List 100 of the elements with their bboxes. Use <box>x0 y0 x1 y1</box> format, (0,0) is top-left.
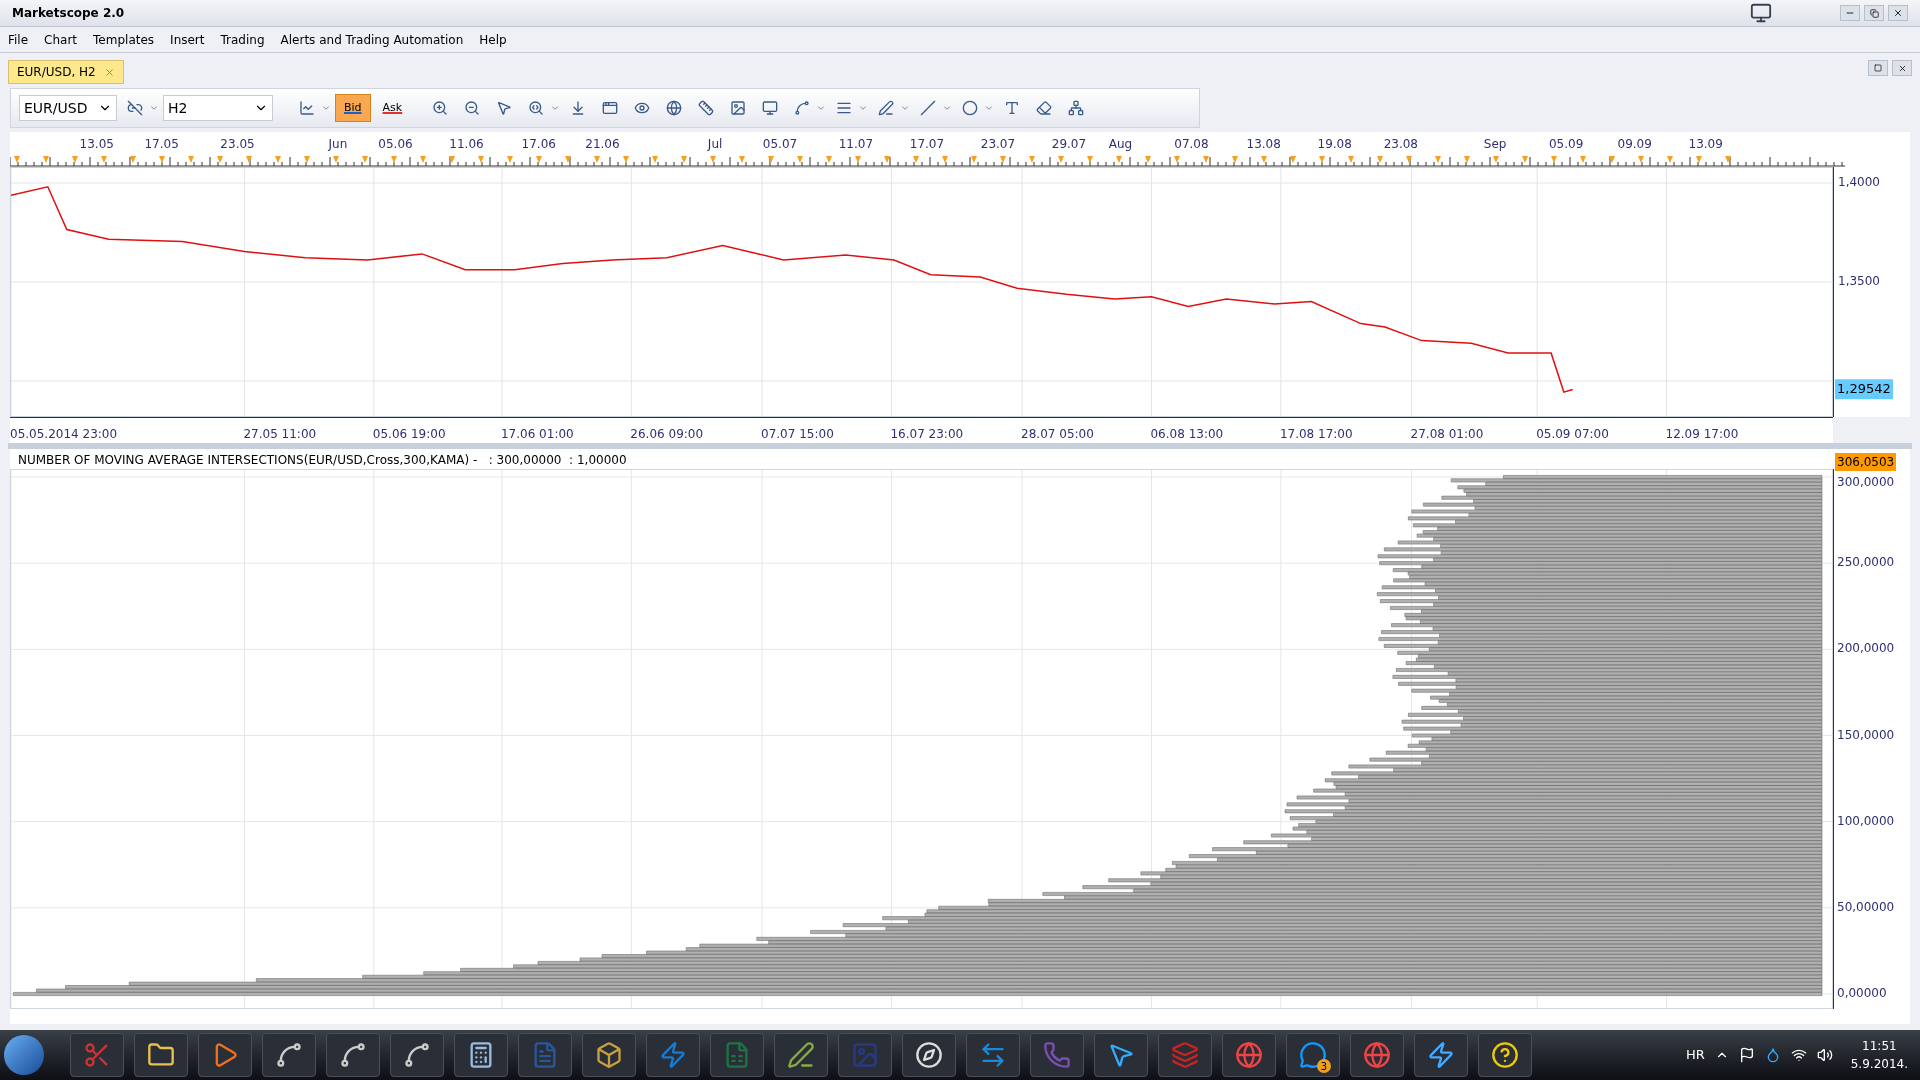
close-icon <box>1897 63 1907 73</box>
date-label: Jun <box>328 136 348 153</box>
date-label: 23.07 <box>980 136 1016 153</box>
globe-icon <box>1235 1041 1263 1069</box>
date-label: 05.07 <box>762 136 798 153</box>
indicator-axis-label: 250,0000 <box>1837 554 1895 572</box>
taskbar-app[interactable] <box>134 1033 188 1077</box>
indicator-axis-label: 0,00000 <box>1837 985 1887 1002</box>
indicator-axis-label: 150,0000 <box>1837 726 1895 744</box>
date-label: 05.06 <box>378 136 413 153</box>
phone-icon <box>1043 1041 1071 1069</box>
box-icon <box>595 1041 623 1069</box>
time-axis-label: 27.05 11:00 <box>243 426 317 443</box>
close-button[interactable] <box>1888 5 1908 21</box>
indicator-axis-label: 200,0000 <box>1837 640 1895 658</box>
date-label: 13.08 <box>1246 136 1281 153</box>
lightning-icon <box>659 1041 687 1069</box>
menu-item[interactable]: File <box>8 30 29 49</box>
price-mode-button[interactable]: Ask <box>374 94 411 122</box>
indicator-axis-label: 300,0000 <box>1837 474 1895 491</box>
language-indicator[interactable]: HR <box>1685 1045 1705 1065</box>
date-label: 17.07 <box>909 136 945 153</box>
menu-item[interactable]: Trading <box>220 30 265 49</box>
date-label: 11.06 <box>449 136 484 153</box>
restore-button[interactable] <box>1864 5 1884 21</box>
date-label: 13.05 <box>79 136 114 153</box>
menu-item[interactable]: Chart <box>44 30 78 49</box>
taskbar-app[interactable] <box>262 1033 316 1077</box>
taskbar-app[interactable] <box>582 1033 636 1077</box>
help-icon <box>1491 1041 1519 1069</box>
date-label: Aug <box>1108 136 1133 153</box>
volume-icon[interactable] <box>1816 1047 1833 1063</box>
taskbar-app[interactable] <box>1478 1033 1532 1077</box>
taskbar-app[interactable] <box>454 1033 508 1077</box>
time-axis-label: 12.09 17:00 <box>1665 426 1739 443</box>
menu-item[interactable]: Templates <box>93 30 155 49</box>
menu-item[interactable]: Alerts and Trading Automation <box>280 30 464 49</box>
date-label: 07.08 <box>1174 136 1209 153</box>
close-icon[interactable] <box>103 66 115 78</box>
date-label: 23.08 <box>1383 136 1418 153</box>
time-axis-label: 06.08 13:00 <box>1150 426 1224 443</box>
lightning-icon <box>1427 1041 1455 1069</box>
date-label: 17.06 <box>521 136 556 153</box>
chart-tab[interactable]: EUR/USD, H2 <box>8 60 124 84</box>
time-axis-label: 28.07 05:00 <box>1021 426 1094 443</box>
network-icon[interactable] <box>1790 1047 1807 1063</box>
restore-icon <box>1869 8 1879 18</box>
window-title: Marketscope 2.0 <box>12 5 125 22</box>
chat-icon <box>1299 1041 1327 1069</box>
flag-icon[interactable] <box>1738 1047 1755 1063</box>
time-axis-label: 27.08 01:00 <box>1410 426 1484 443</box>
indicator-axis-label: 100,0000 <box>1837 812 1895 830</box>
taskbar-app[interactable] <box>390 1033 444 1077</box>
price-mode-button[interactable]: Bid <box>335 94 371 122</box>
close-button[interactable] <box>1892 60 1912 76</box>
close-icon <box>1893 8 1903 18</box>
current-price-badge: 1,29542 <box>1835 379 1893 399</box>
start-button[interactable] <box>4 1035 44 1075</box>
menu-item[interactable]: Help <box>479 30 507 49</box>
folder-icon <box>147 1041 175 1069</box>
minimize-button[interactable] <box>1840 5 1860 21</box>
time-axis-label: 05.09 07:00 <box>1536 426 1609 443</box>
taskbar-app[interactable] <box>1414 1033 1468 1077</box>
indicator-title: NUMBER OF MOVING AVERAGE INTERSECTIONS(EUR/USD,Cross,300,KAMA) - : 300,00000 : 1,00000 <box>17 452 628 469</box>
timeframe-select[interactable]: H2 <box>163 95 273 121</box>
time-axis-label: 17.08 17:00 <box>1279 426 1353 443</box>
clock-time[interactable]: 11:51 <box>1862 1037 1897 1055</box>
taskbar-app[interactable] <box>902 1033 956 1077</box>
globe-icon <box>1363 1041 1391 1069</box>
date-label: 23.05 <box>220 136 255 153</box>
date-label: Sep <box>1483 136 1507 153</box>
date-label: 29.07 <box>1051 136 1087 153</box>
date-label: Jul <box>707 136 723 153</box>
time-axis-label: 07.07 15:00 <box>761 426 834 443</box>
taskbar-app[interactable] <box>774 1033 828 1077</box>
date-label: 19.08 <box>1317 136 1352 153</box>
time-axis-label: 26.06 09:00 <box>630 426 704 443</box>
date-label: 09.09 <box>1617 136 1652 153</box>
symbol-select[interactable]: EUR/USD <box>19 95 117 121</box>
price-axis-label: 1,3500 <box>1838 273 1880 290</box>
notification-badge: 3 <box>1317 1059 1331 1073</box>
taskbar-app[interactable]: 3 <box>1286 1033 1340 1077</box>
taskbar-app[interactable] <box>198 1033 252 1077</box>
date-label: 13.09 <box>1688 136 1723 153</box>
time-axis-label: 05.05.2014 23:00 <box>10 426 118 443</box>
monitor-icon <box>1750 2 1772 24</box>
taskbar-app[interactable] <box>1094 1033 1148 1077</box>
compass-icon <box>915 1041 943 1069</box>
layers-icon <box>1171 1041 1199 1069</box>
date-label: 17.05 <box>144 136 179 153</box>
time-axis-label: 17.06 01:00 <box>500 426 574 443</box>
date-label: 05.09 <box>1548 136 1584 153</box>
taskbar-app[interactable] <box>326 1033 380 1077</box>
clock-date[interactable]: 5.9.2014. <box>1850 1055 1908 1073</box>
menu-item[interactable]: Insert <box>170 30 205 49</box>
image-icon <box>851 1041 879 1069</box>
indicator-axis-label: 50,00000 <box>1837 898 1895 916</box>
pen-icon <box>787 1041 815 1069</box>
price-axis-label: 1,4000 <box>1838 174 1880 192</box>
date-label: 21.06 <box>585 136 620 153</box>
